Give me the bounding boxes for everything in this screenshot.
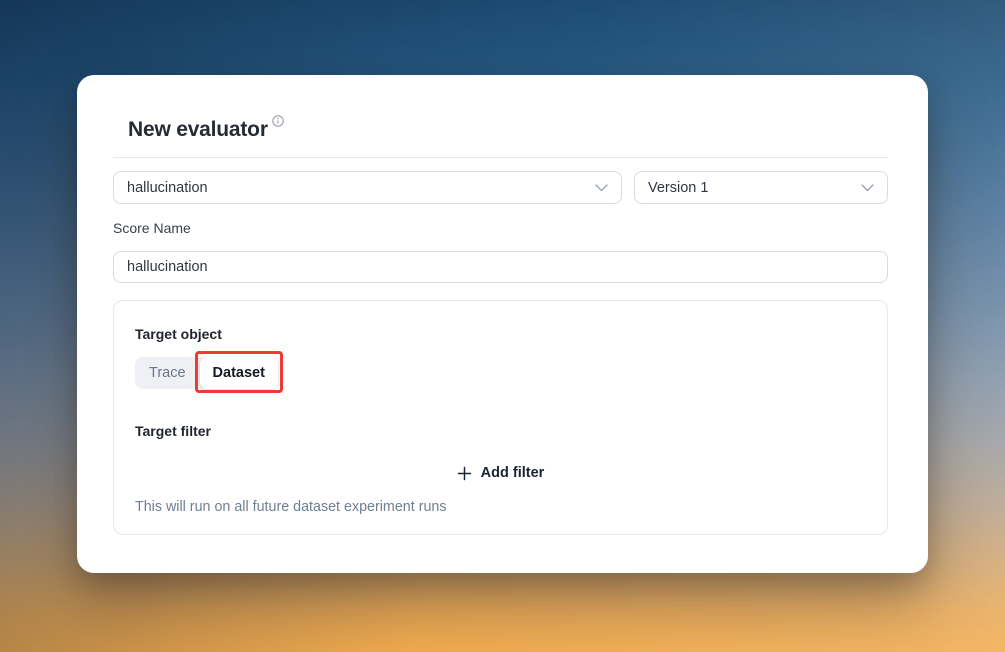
target-object-label: Target object [135, 327, 866, 341]
evaluator-select[interactable]: hallucination [113, 171, 622, 204]
add-filter-row: Add filter [135, 463, 866, 483]
evaluator-version-row: hallucination Version 1 [113, 171, 888, 204]
modal-header: New evaluator [128, 118, 888, 142]
target-section: Target object Trace Dataset Target filte… [113, 300, 888, 535]
add-filter-label: Add filter [481, 465, 545, 481]
target-option-dataset[interactable]: Dataset [200, 357, 278, 389]
page-title: New evaluator [128, 118, 268, 142]
header-divider [113, 157, 888, 158]
score-name-label: Score Name [113, 221, 888, 236]
chevron-down-icon [595, 184, 608, 192]
plus-icon [457, 466, 472, 481]
new-evaluator-modal: New evaluator hallucination Version 1 [77, 75, 928, 573]
target-filter-label: Target filter [135, 424, 866, 438]
target-helper-text: This will run on all future dataset expe… [135, 499, 866, 516]
version-select[interactable]: Version 1 [634, 171, 888, 204]
info-icon[interactable] [272, 115, 284, 127]
target-object-segmented-control: Trace Dataset [135, 357, 278, 389]
evaluator-select-value: hallucination [127, 180, 585, 196]
target-option-trace[interactable]: Trace [135, 357, 200, 389]
score-name-input[interactable] [113, 251, 888, 283]
target-option-dataset-wrap: Dataset [200, 357, 278, 389]
version-select-value: Version 1 [648, 180, 851, 196]
add-filter-button[interactable]: Add filter [451, 463, 551, 483]
chevron-down-icon [861, 184, 874, 192]
